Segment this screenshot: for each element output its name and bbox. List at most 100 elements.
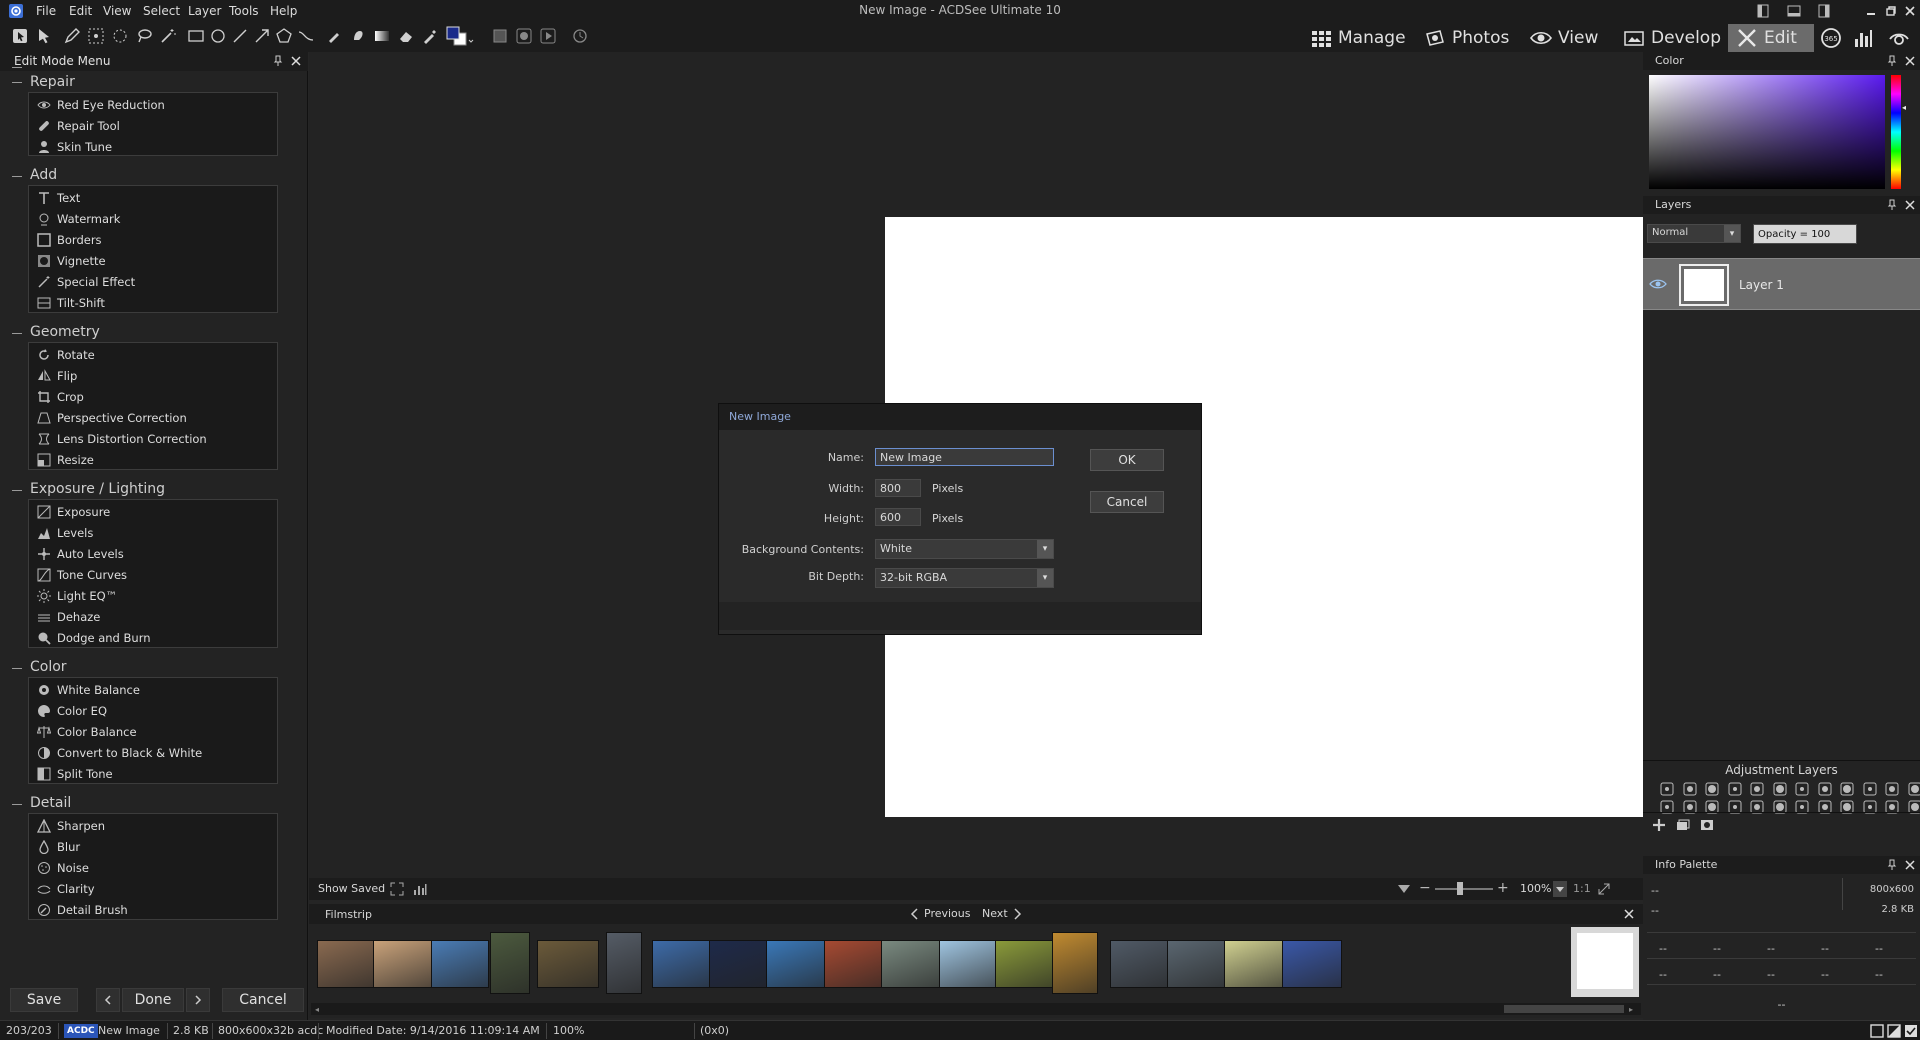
fullscreen-icon[interactable] [389,881,405,897]
lasso-icon[interactable] [134,26,154,46]
zoom-select-arrow-icon[interactable] [1553,881,1567,897]
thumbnail-selected[interactable] [1571,927,1639,997]
tool-noise[interactable]: Noise [29,857,277,878]
filmstrip-next-button[interactable]: Next [982,907,1022,920]
thumbnail[interactable] [431,940,489,988]
collapse-icon[interactable] [12,490,22,491]
dialog-cancel-button[interactable]: Cancel [1090,491,1164,513]
zoom-slider-handle[interactable] [1457,882,1463,895]
thumbnail[interactable] [709,940,769,988]
ok-button[interactable]: OK [1090,449,1164,471]
add-layer-icon[interactable] [1651,817,1667,833]
menu-tools[interactable]: Tools [229,3,259,19]
tool-exposure[interactable]: Exposure [29,501,277,522]
panel-layout-right-icon[interactable] [1815,2,1833,20]
tool-clarity[interactable]: Clarity [29,878,277,899]
tool-watermark[interactable]: Watermark [29,208,277,229]
collapse-icon[interactable] [12,668,22,669]
line-tool-icon[interactable] [230,26,250,46]
mode-365-button[interactable]: 365 [1816,24,1846,52]
adjustment-cyan-eq-icon[interactable] [1884,781,1900,797]
mode-dashboard-button[interactable] [1848,24,1878,52]
section-exposure-title[interactable]: Exposure / Lighting [30,481,165,497]
tool-color-eq[interactable]: Color EQ [29,700,277,721]
tool-borders[interactable]: Borders [29,229,277,250]
close-icon[interactable] [1901,2,1919,20]
menu-select[interactable]: Select [143,3,180,19]
tool-white-balance[interactable]: White Balance [29,679,277,700]
view-mode-empty-icon[interactable] [1870,1024,1884,1038]
tool-text[interactable]: Text [29,187,277,208]
collapse-icon[interactable] [12,82,22,83]
view-mode-half-icon[interactable] [1887,1024,1901,1038]
adjustment-light-eq-icon[interactable] [1727,781,1743,797]
tool-light-eq[interactable]: Light EQ™ [29,585,277,606]
pin-icon[interactable] [272,55,284,67]
adjustment-white-balance-icon[interactable] [1749,781,1765,797]
bit-depth-select[interactable]: 32-bit RGBA ▾ [875,568,1054,588]
tool-sharpen[interactable]: Sharpen [29,815,277,836]
adjustment-color-balance-icon[interactable] [1794,781,1810,797]
menu-layer[interactable]: Layer [188,3,221,19]
section-color-title[interactable]: Color [30,659,67,675]
layer-group-icon[interactable] [1675,817,1691,833]
section-geometry-title[interactable]: Geometry [30,324,100,340]
gradient-tool-icon[interactable] [372,26,392,46]
pin-icon[interactable] [1886,55,1898,67]
pointer-tool-icon[interactable] [34,26,54,46]
thumbnail[interactable] [317,940,375,988]
menu-help[interactable]: Help [270,3,297,19]
tool-dehaze[interactable]: Dehaze [29,606,277,627]
blend-mode-select[interactable]: Normal ▾ [1647,224,1741,243]
thumbnail[interactable] [1224,940,1284,988]
layer-mask-icon[interactable] [1699,817,1715,833]
eraser-tool-icon[interactable] [396,26,416,46]
mode-photos-button[interactable]: Photos [1416,24,1517,52]
thumbnail[interactable] [490,932,530,994]
hue-slider[interactable] [1891,75,1901,189]
show-saved-button[interactable]: Show Saved [318,882,385,895]
tool-resize[interactable]: Resize [29,449,277,470]
tool-vignette[interactable]: Vignette [29,250,277,271]
magic-select-icon[interactable] [86,26,106,46]
pencil-select-icon[interactable] [62,26,82,46]
thumbnail[interactable] [766,940,826,988]
color-swatch-icon[interactable] [444,26,474,46]
tool-color-balance[interactable]: Color Balance [29,721,277,742]
scroll-right-icon[interactable]: ▸ [1629,1005,1637,1014]
close-panel-icon[interactable] [1904,55,1916,67]
polygon-tool-icon[interactable] [274,26,294,46]
adjustment-auto-levels-icon[interactable] [1704,781,1720,797]
curve-tool-icon[interactable] [296,26,316,46]
done-button[interactable]: Done [122,988,184,1012]
background-contents-select[interactable]: White ▾ [875,539,1054,559]
selection-brush-icon[interactable] [110,26,130,46]
adjustment-tone-curves-icon[interactable] [1817,781,1833,797]
tool-skin-tune[interactable]: Skin Tune [29,136,277,157]
section-detail-title[interactable]: Detail [30,795,71,811]
next-arrow-button[interactable] [186,988,210,1012]
panel-layout-left-icon[interactable] [1754,2,1772,20]
thumbnail[interactable] [881,940,941,988]
collapse-icon[interactable] [12,176,22,177]
thumbnail[interactable] [1167,940,1227,988]
thumbnail[interactable] [1052,932,1098,994]
filmstrip-scrollbar[interactable]: ◂ ▸ [311,1003,1641,1015]
adjustment-exposure-icon[interactable] [1659,781,1675,797]
pin-icon[interactable] [1886,199,1898,211]
tool-flip[interactable]: Flip [29,365,277,386]
tool-crop[interactable]: Crop [29,386,277,407]
adjustment-levels-alt-icon[interactable] [1907,781,1920,797]
view-mode-check-icon[interactable] [1904,1024,1918,1038]
height-input[interactable] [875,508,921,526]
brush-tool-icon[interactable] [324,26,344,46]
thumbnail[interactable] [373,940,433,988]
mode-develop-button[interactable]: Develop [1615,24,1729,52]
tool-levels[interactable]: Levels [29,522,277,543]
tool-auto-levels[interactable]: Auto Levels [29,543,277,564]
thumbnail[interactable] [606,932,642,994]
tool-tone-curves[interactable]: Tone Curves [29,564,277,585]
adjustment-color-eq-icon[interactable] [1772,781,1788,797]
cancel-button[interactable]: Cancel [222,988,304,1012]
ellipse-select-icon[interactable] [208,26,228,46]
